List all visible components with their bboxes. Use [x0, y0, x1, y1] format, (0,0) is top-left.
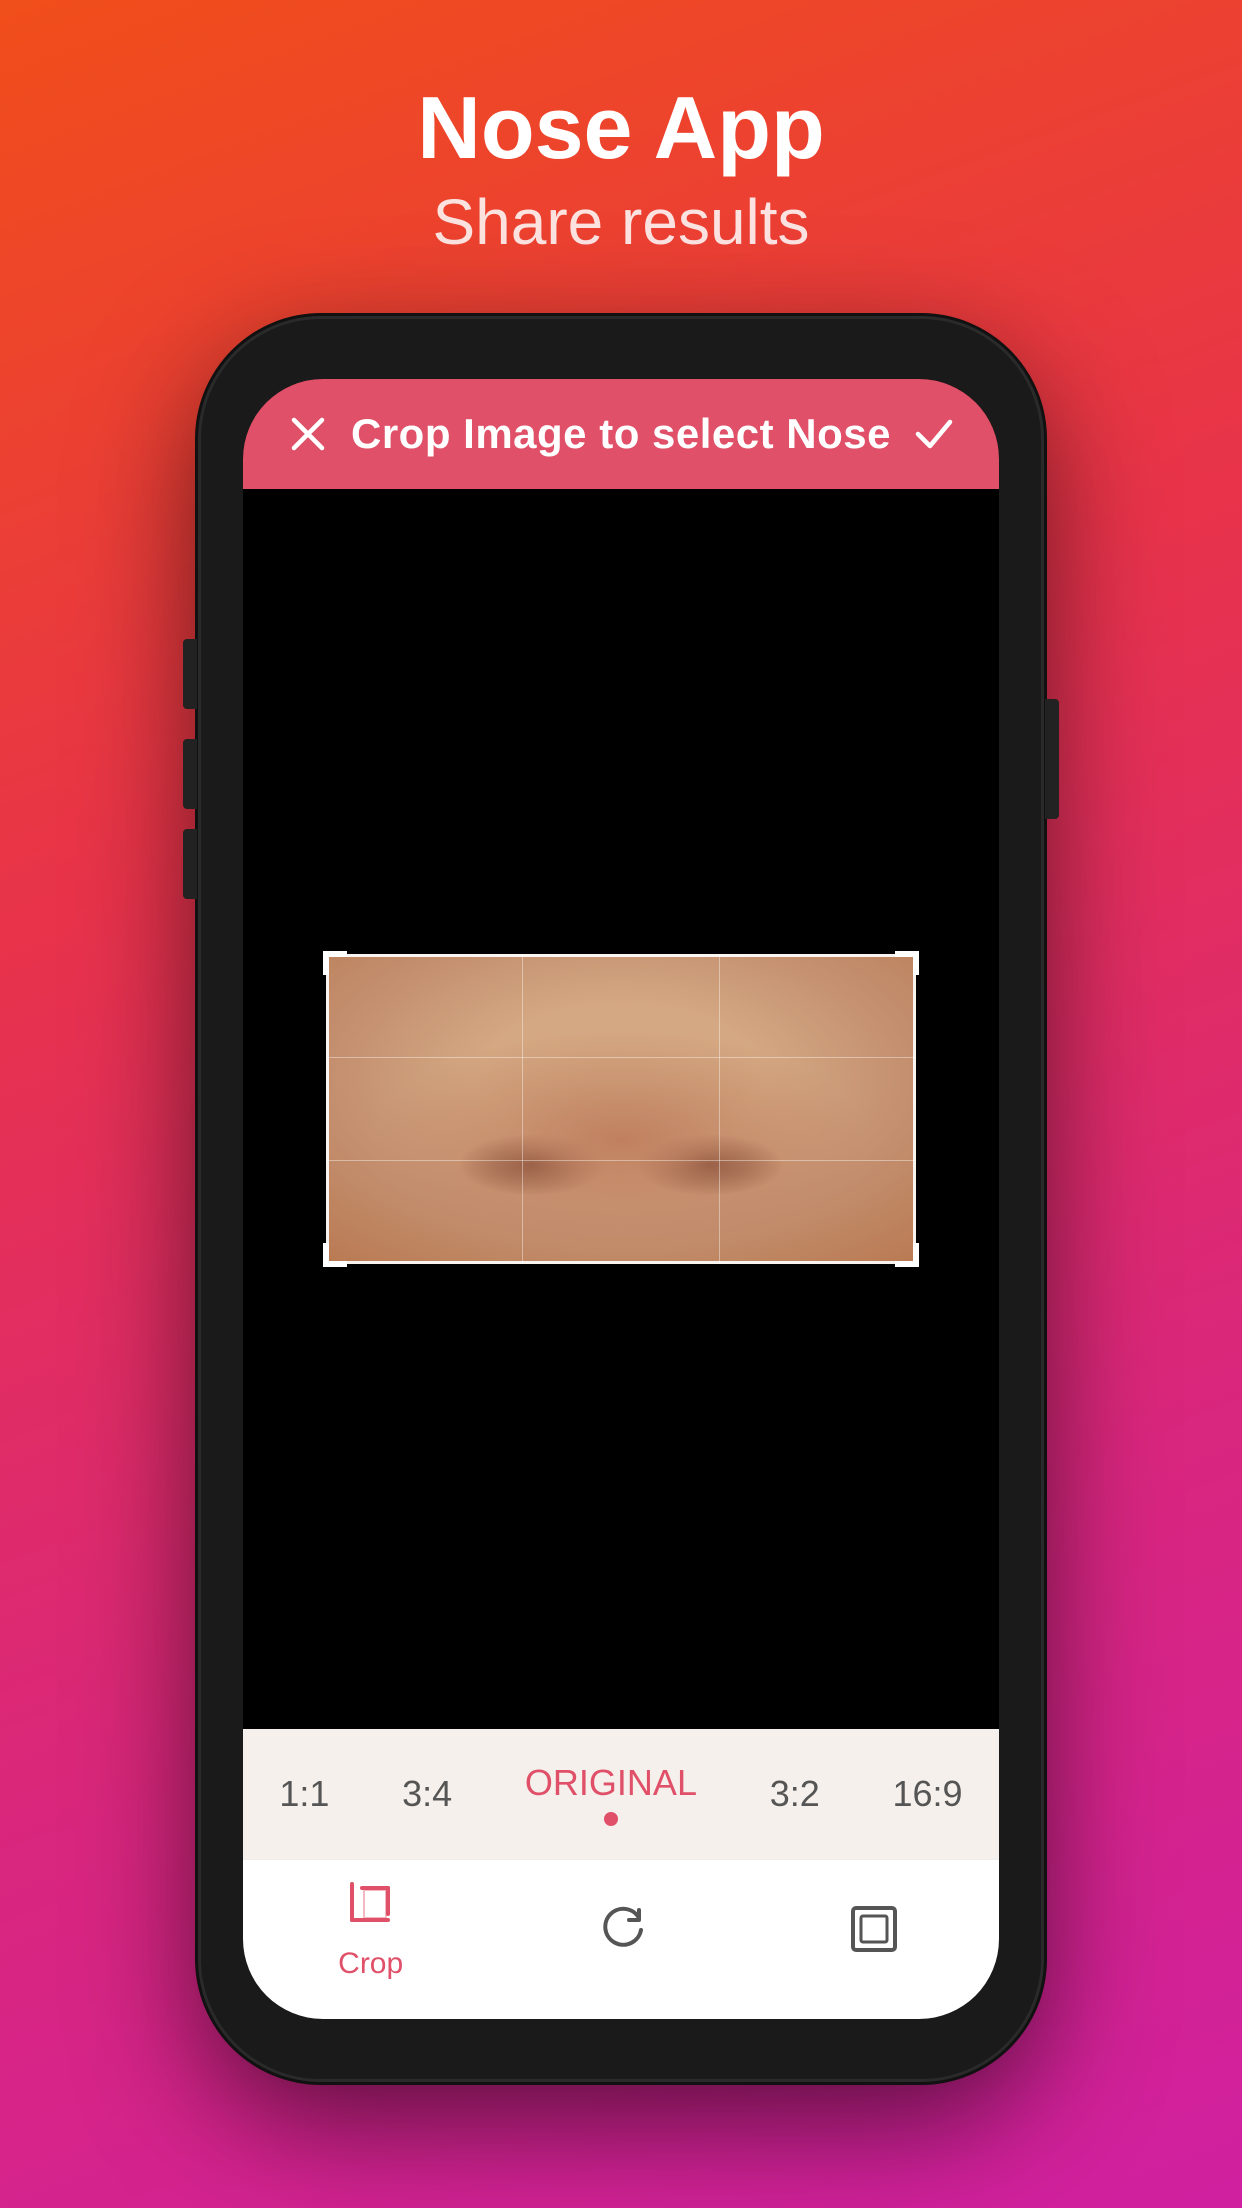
ratio-label-3-2: 3:2 — [770, 1773, 820, 1815]
phone-screen: Crop Image to select Nose — [243, 379, 999, 2019]
toolbar-expand[interactable] — [844, 1899, 904, 1959]
phone-shell: Crop Image to select Nose — [201, 319, 1041, 2079]
ratio-item-1-1[interactable]: 1:1 — [269, 1729, 339, 1859]
phone-mockup: Crop Image to select Nose — [201, 319, 1041, 2079]
ratio-item-original[interactable]: ORIGINAL — [515, 1729, 707, 1859]
ratio-label-16-9: 16:9 — [892, 1773, 962, 1815]
ratio-item-3-4[interactable]: 3:4 — [392, 1729, 462, 1859]
crop-header-title: Crop Image to select Nose — [351, 410, 891, 458]
ratio-label-original: ORIGINAL — [525, 1762, 697, 1804]
nose-skin-texture — [326, 954, 916, 1264]
confirm-button[interactable] — [909, 409, 959, 459]
app-header: Nose App Share results — [417, 0, 824, 319]
crop-selection[interactable] — [326, 954, 916, 1264]
bottom-toolbar: Crop — [243, 1859, 999, 2019]
nose-image — [326, 954, 916, 1264]
ratio-label-1-1: 1:1 — [279, 1773, 329, 1815]
app-subtitle: Share results — [417, 185, 824, 259]
crop-icon — [341, 1877, 401, 1937]
crop-header-bar: Crop Image to select Nose — [243, 379, 999, 489]
toolbar-rotate[interactable] — [594, 1899, 654, 1959]
close-button[interactable] — [283, 409, 333, 459]
ratio-bar: 1:1 3:4 ORIGINAL 3:2 16:9 — [243, 1729, 999, 1859]
toolbar-crop[interactable]: Crop — [338, 1877, 403, 1981]
ratio-item-16-9[interactable]: 16:9 — [882, 1729, 972, 1859]
ratio-label-3-4: 3:4 — [402, 1773, 452, 1815]
ratio-item-3-2[interactable]: 3:2 — [760, 1729, 830, 1859]
ratio-active-dot — [604, 1812, 618, 1826]
expand-icon — [844, 1899, 904, 1959]
image-canvas[interactable] — [243, 489, 999, 1729]
toolbar-crop-label: Crop — [338, 1947, 403, 1981]
rotate-icon — [594, 1899, 654, 1959]
app-title: Nose App — [417, 80, 824, 177]
